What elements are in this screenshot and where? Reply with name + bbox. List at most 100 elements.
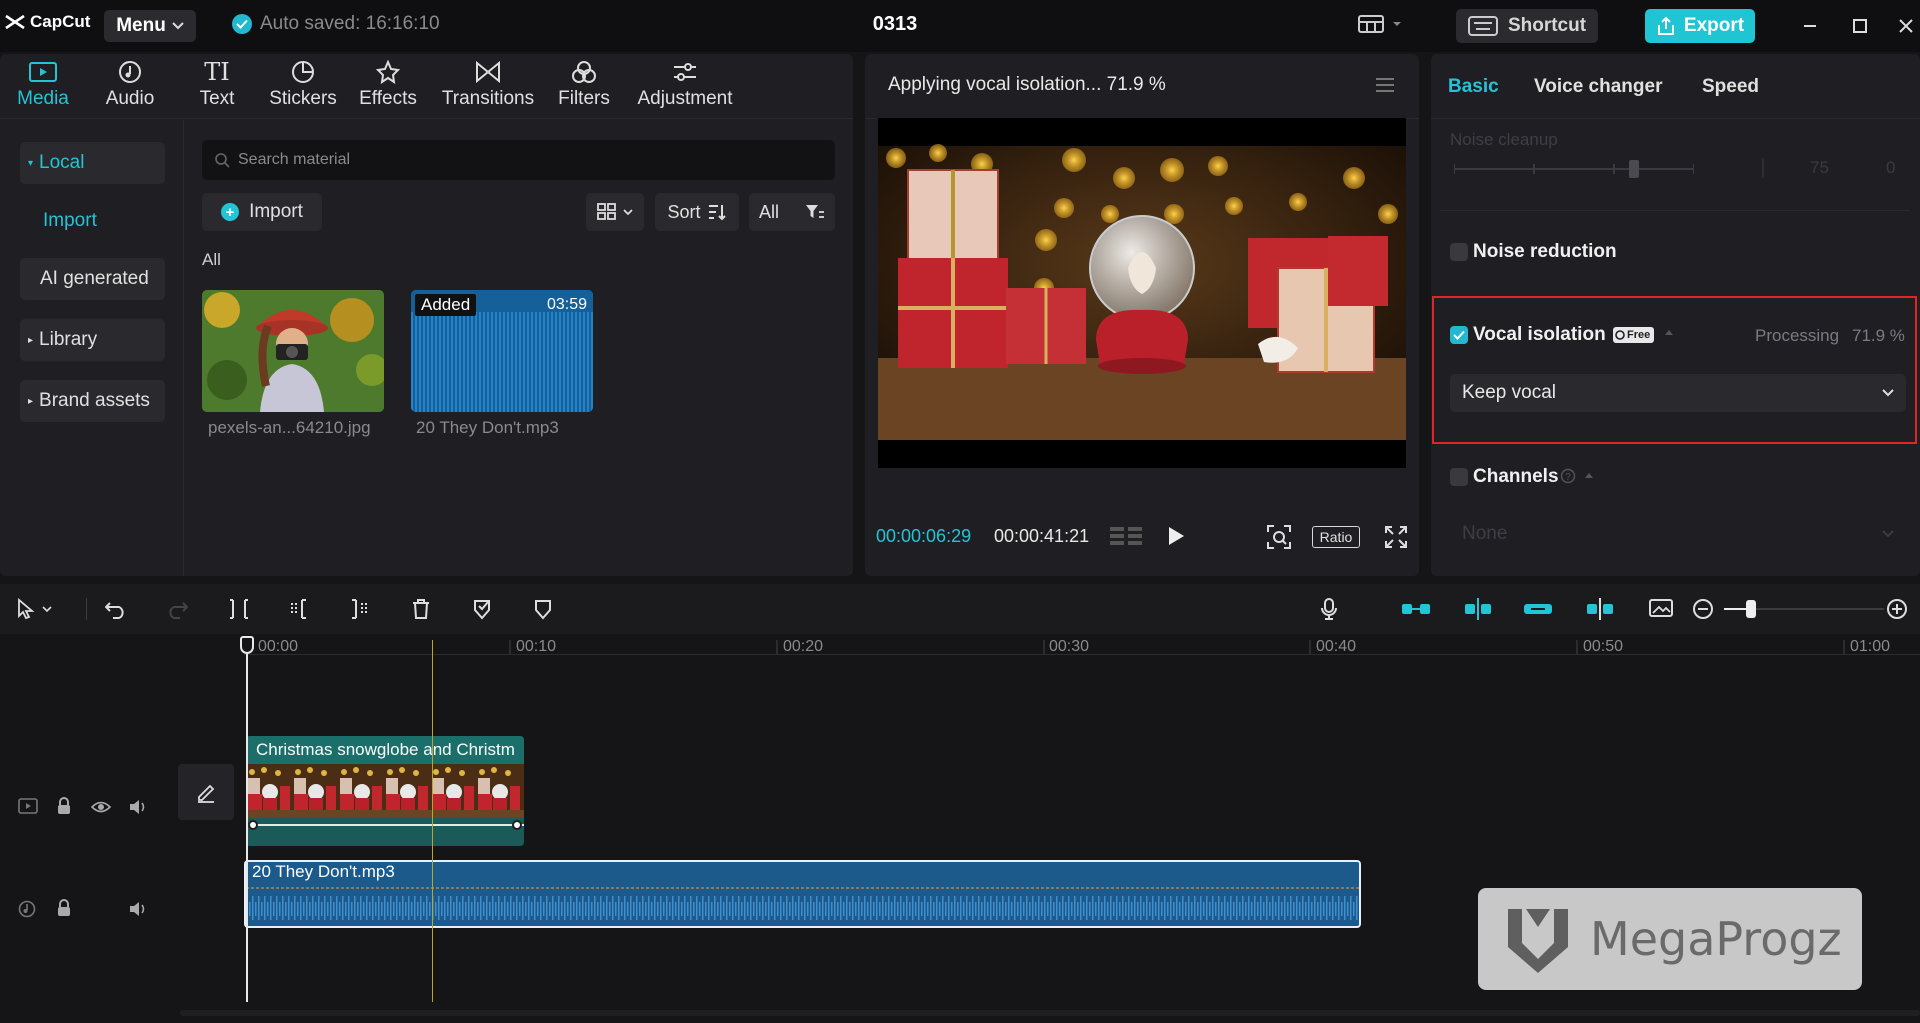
tab-voice-changer[interactable]: Voice changer — [1534, 76, 1662, 98]
sort-button[interactable]: Sort — [655, 193, 739, 231]
zoom-in-button[interactable] — [1884, 596, 1910, 622]
added-badge: Added — [415, 294, 477, 316]
sort-icon — [708, 205, 726, 221]
sidebar-item-label: Import — [43, 210, 97, 231]
audio-clip[interactable]: 20 They Don't.mp3 — [244, 860, 1361, 928]
sidebar-item-library[interactable]: ▸ Library — [20, 319, 165, 361]
sidebar-item-brand-assets[interactable]: ▸ Brand assets — [20, 380, 165, 422]
view-mode-button[interactable] — [586, 193, 644, 231]
tab-media[interactable]: Media — [14, 60, 72, 110]
close-button[interactable] — [1894, 14, 1918, 38]
lock-track-button[interactable] — [56, 797, 72, 815]
media-item-image[interactable] — [202, 290, 384, 412]
caret-right-icon: ▸ — [28, 334, 34, 346]
video-clip-label: Christmas snowglobe and Christm — [256, 740, 515, 759]
tab-transitions-label: Transitions — [441, 88, 535, 109]
sidebar-item-local[interactable]: ▾ Local — [20, 142, 165, 184]
tab-transitions[interactable]: Transitions — [440, 60, 536, 110]
plus-icon: + — [221, 203, 240, 221]
import-button[interactable]: + Import — [202, 193, 322, 231]
processing-value: 71.9 % — [1852, 326, 1905, 345]
main-track-magnet-button[interactable] — [1400, 596, 1432, 622]
slider-thumb[interactable] — [1629, 160, 1639, 178]
export-button[interactable]: Export — [1645, 9, 1755, 43]
lock-track-button[interactable] — [56, 899, 72, 917]
delete-button[interactable] — [408, 596, 434, 622]
noise-reduction-checkbox[interactable] — [1450, 243, 1468, 261]
vocal-isolation-checkbox[interactable] — [1450, 326, 1468, 344]
timeline-scrollbar[interactable] — [180, 1010, 1920, 1016]
snap-icon — [1465, 598, 1491, 620]
ruler-label: 01:00 — [1850, 638, 1891, 655]
zoom-fit-button[interactable] — [1266, 524, 1292, 550]
free-badge-text: Free — [1627, 329, 1651, 341]
preview-axis-button[interactable] — [1584, 596, 1616, 622]
split-button[interactable] — [226, 596, 252, 622]
pencil-icon — [198, 784, 215, 803]
tab-effects-label: Effects — [359, 88, 417, 109]
zoom-slider-thumb[interactable] — [1746, 600, 1756, 618]
tab-basic[interactable]: Basic — [1448, 76, 1499, 98]
tab-adjustment[interactable]: Adjustment — [632, 60, 738, 110]
select-tool-button[interactable] — [12, 596, 56, 622]
video-clip[interactable]: Christmas snowglobe and Christm — [246, 736, 524, 846]
vocal-mode-dropdown[interactable]: Keep vocal — [1450, 374, 1906, 412]
clip-left-handle[interactable] — [248, 820, 258, 830]
hide-track-button[interactable] — [91, 800, 111, 814]
tab-audio[interactable]: Audio — [100, 60, 160, 110]
playhead[interactable] — [246, 640, 248, 1002]
chevron-down-icon — [1882, 530, 1894, 538]
tab-speed[interactable]: Speed — [1702, 76, 1759, 98]
undo-button[interactable] — [103, 596, 129, 622]
thumbnail-button[interactable] — [1646, 596, 1678, 622]
menu-button[interactable]: Menu — [104, 10, 196, 42]
player-status: Applying vocal isolation... 71.9 % — [888, 74, 1166, 95]
zoom-slider[interactable] — [1724, 600, 1884, 618]
maximize-button[interactable] — [1848, 14, 1872, 38]
play-button[interactable] — [1166, 525, 1186, 547]
channels-help-icon[interactable]: ? — [1560, 468, 1576, 484]
layout-button[interactable] — [1358, 14, 1402, 34]
export-label: Export — [1683, 15, 1745, 36]
link-icon — [1524, 604, 1552, 614]
fullscreen-button[interactable] — [1384, 525, 1408, 549]
noise-cleanup-slider[interactable] — [1454, 160, 1694, 178]
collapse-button[interactable] — [1664, 328, 1674, 336]
clip-right-handle[interactable] — [512, 820, 522, 830]
minimize-button[interactable] — [1798, 14, 1822, 38]
record-voice-button[interactable] — [1316, 596, 1342, 622]
tab-filters[interactable]: Filters — [556, 60, 612, 110]
effects-icon — [375, 60, 401, 84]
adjustment-icon — [674, 63, 696, 81]
sidebar-item-import[interactable]: Import — [20, 200, 165, 242]
zoom-out-button[interactable] — [1690, 596, 1716, 622]
tab-effects[interactable]: Effects — [358, 60, 418, 110]
mark-button[interactable] — [469, 596, 495, 622]
snap-button[interactable] — [1462, 596, 1494, 622]
shortcut-button[interactable]: Shortcut — [1456, 9, 1598, 43]
ratio-button[interactable]: Ratio — [1312, 526, 1360, 548]
channels-dropdown[interactable]: None — [1450, 514, 1906, 554]
channels-label: Channels — [1473, 466, 1559, 487]
text-icon: TI — [204, 58, 230, 86]
timeline-view-button[interactable] — [1108, 524, 1144, 548]
search-input[interactable]: Search material — [202, 140, 835, 180]
split-left-button[interactable] — [286, 596, 312, 622]
linkage-button[interactable] — [1522, 596, 1554, 622]
media-item-audio[interactable]: Added 03:59 — [411, 290, 593, 412]
tab-text[interactable]: TI Text — [192, 60, 242, 110]
redo-button[interactable] — [164, 596, 190, 622]
split-right-button[interactable] — [346, 596, 372, 622]
channels-collapse-button[interactable] — [1584, 471, 1594, 479]
edit-cover-button[interactable] — [178, 764, 234, 820]
playhead-handle[interactable] — [240, 636, 254, 654]
player-menu-button[interactable] — [1374, 76, 1396, 94]
mute-track-button[interactable] — [128, 798, 148, 816]
channels-checkbox[interactable] — [1450, 468, 1468, 486]
sidebar-item-ai-generated[interactable]: AI generated — [20, 258, 165, 300]
mute-track-button[interactable] — [128, 900, 148, 918]
filter-button[interactable]: All — [749, 193, 835, 231]
shield-button[interactable] — [530, 596, 556, 622]
tab-stickers[interactable]: Stickers — [268, 60, 338, 110]
eye-icon — [91, 801, 111, 813]
